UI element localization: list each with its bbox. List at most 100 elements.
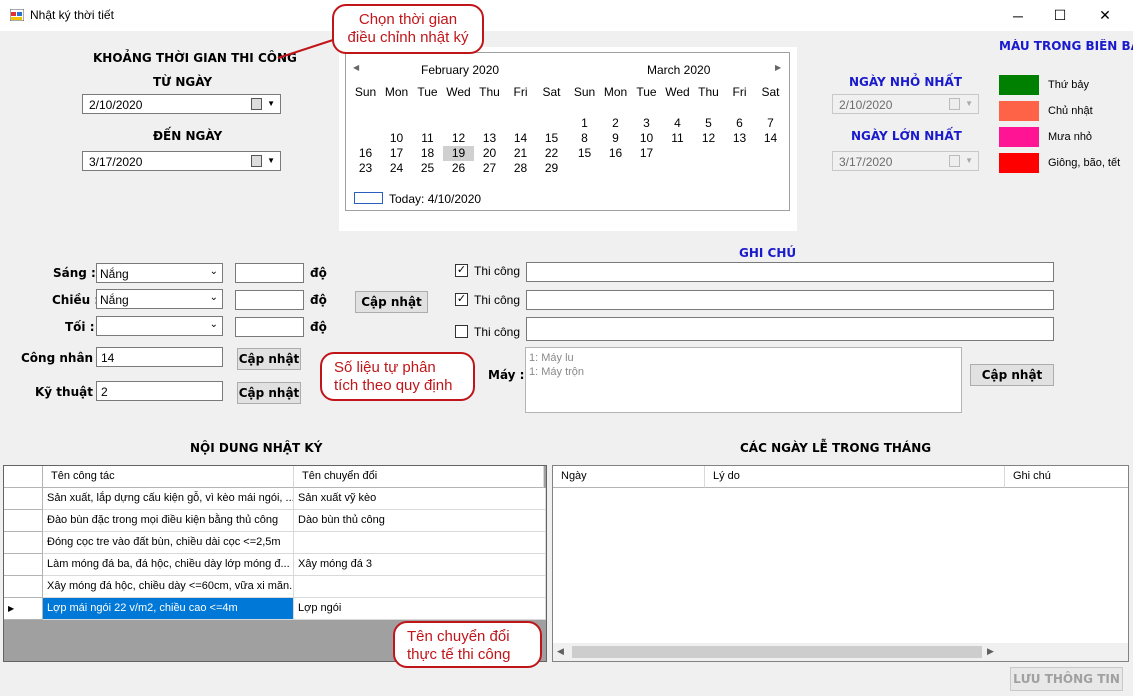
calendar-day[interactable]: 7 bbox=[755, 116, 786, 131]
calendar-icon bbox=[251, 98, 262, 110]
row-header[interactable] bbox=[4, 554, 43, 576]
scrollbar-thumb[interactable] bbox=[572, 646, 982, 658]
holidays-col-reason[interactable]: Lý do bbox=[705, 466, 1005, 488]
calendar-day[interactable]: 25 bbox=[412, 161, 443, 176]
calendar-day[interactable]: 1 bbox=[569, 116, 600, 131]
calendar-day[interactable]: 6 bbox=[724, 116, 755, 131]
maximize-button[interactable]: ☐ bbox=[1037, 0, 1083, 31]
diary-task-cell[interactable]: Đóng cọc tre vào đất bùn, chiều dài cọc … bbox=[43, 532, 294, 554]
calendar-day[interactable]: 22 bbox=[536, 146, 567, 161]
calendar-day[interactable]: 19 bbox=[443, 146, 474, 161]
calendar-day[interactable]: 12 bbox=[443, 131, 474, 146]
machine-textarea[interactable]: 1: Máy lu 1: Máy trộn bbox=[525, 347, 962, 413]
diary-converted-cell[interactable]: Sản xuất vỹ kèo bbox=[294, 488, 546, 510]
diary-converted-cell[interactable]: Lợp ngói bbox=[294, 598, 546, 620]
calendar-day[interactable]: 11 bbox=[662, 131, 693, 146]
workers-input[interactable]: 14 bbox=[96, 347, 223, 367]
machine-update-button[interactable]: Cập nhật bbox=[970, 364, 1054, 386]
diary-converted-cell[interactable]: Dào bùn thủ công bbox=[294, 510, 546, 532]
calendar-day[interactable]: 23 bbox=[350, 161, 381, 176]
calendar-day[interactable]: 27 bbox=[474, 161, 505, 176]
night-temp-input[interactable] bbox=[235, 317, 304, 337]
note-input[interactable] bbox=[526, 262, 1054, 282]
diary-converted-cell[interactable]: Xây móng đá 3 bbox=[294, 554, 546, 576]
diary-col-task[interactable]: Tên công tác bbox=[43, 466, 294, 488]
afternoon-temp-input[interactable] bbox=[235, 290, 304, 310]
calendar-icon bbox=[949, 98, 960, 110]
row-header[interactable] bbox=[4, 576, 43, 598]
calendar-day[interactable]: 29 bbox=[536, 161, 567, 176]
diary-converted-cell[interactable] bbox=[294, 532, 546, 554]
tech-update-button[interactable]: Cập nhật bbox=[237, 382, 301, 404]
holidays-grid[interactable]: Ngày Lý do Ghi chú ◀ ▶ bbox=[552, 465, 1129, 662]
calendar-day[interactable]: 9 bbox=[600, 131, 631, 146]
month-title[interactable]: February 2020 bbox=[421, 63, 499, 77]
tech-input[interactable]: 2 bbox=[96, 381, 223, 401]
calendar-day[interactable]: 13 bbox=[724, 131, 755, 146]
min-date-picker: 2/10/2020 ▼ bbox=[832, 94, 979, 114]
calendar-day[interactable]: 14 bbox=[505, 131, 536, 146]
calendar-day[interactable]: 4 bbox=[662, 116, 693, 131]
row-header[interactable]: ▶ bbox=[4, 598, 43, 620]
note-input[interactable] bbox=[526, 290, 1054, 310]
morning-weather-select[interactable]: Nắng ⌄ bbox=[96, 263, 223, 283]
calendar-day[interactable]: 17 bbox=[631, 146, 662, 161]
calendar-day[interactable]: 10 bbox=[631, 131, 662, 146]
horizontal-scrollbar[interactable]: ◀ ▶ bbox=[553, 643, 1128, 661]
calendar-day[interactable]: 16 bbox=[600, 146, 631, 161]
calendar-day[interactable]: 16 bbox=[350, 146, 381, 161]
holidays-col-note[interactable]: Ghi chú bbox=[1005, 466, 1128, 488]
afternoon-weather-select[interactable]: Nắng ⌄ bbox=[96, 289, 223, 309]
prev-month-icon[interactable]: ◀ bbox=[353, 63, 359, 72]
row-header[interactable] bbox=[4, 510, 43, 532]
weather-update-button[interactable]: Cập nhật bbox=[355, 291, 428, 313]
minimize-button[interactable]: ─ bbox=[995, 0, 1041, 31]
diary-task-cell[interactable]: Xây móng đá hộc, chiều dày <=60cm, vữa x… bbox=[43, 576, 294, 598]
to-date-picker[interactable]: 3/17/2020 ▼ bbox=[82, 151, 281, 171]
calendar-day[interactable]: 21 bbox=[505, 146, 536, 161]
calendar-day[interactable]: 11 bbox=[412, 131, 443, 146]
diary-converted-cell[interactable] bbox=[294, 576, 546, 598]
calendar-day[interactable]: 28 bbox=[505, 161, 536, 176]
calendar-day[interactable]: 14 bbox=[755, 131, 786, 146]
calendar-day[interactable]: 12 bbox=[693, 131, 724, 146]
calendar-day[interactable]: 13 bbox=[474, 131, 505, 146]
calendar-day[interactable]: 24 bbox=[381, 161, 412, 176]
calendar-day[interactable]: 3 bbox=[631, 116, 662, 131]
calendar-day[interactable]: 15 bbox=[536, 131, 567, 146]
calendar-day[interactable]: 8 bbox=[569, 131, 600, 146]
next-month-icon[interactable]: ▶ bbox=[775, 63, 781, 72]
calendar-day[interactable]: 10 bbox=[381, 131, 412, 146]
calendar-day[interactable]: 26 bbox=[443, 161, 474, 176]
calendar-day[interactable]: 17 bbox=[381, 146, 412, 161]
scroll-left-icon[interactable]: ◀ bbox=[557, 646, 564, 657]
morning-weather-value: Nắng bbox=[100, 267, 129, 281]
from-date-picker[interactable]: 2/10/2020 ▼ bbox=[82, 94, 281, 114]
diary-task-cell[interactable]: Làm móng đá ba, đá hộc, chiều dày lớp mó… bbox=[43, 554, 294, 576]
diary-task-cell[interactable]: Sản xuất, lắp dựng cấu kiện gỗ, vì kèo m… bbox=[43, 488, 294, 510]
calendar-day[interactable]: 20 bbox=[474, 146, 505, 161]
note-checkbox[interactable]: ✓ bbox=[455, 293, 468, 306]
calendar-day[interactable]: 18 bbox=[412, 146, 443, 161]
note-input[interactable] bbox=[526, 317, 1054, 341]
night-weather-select[interactable]: ⌄ bbox=[96, 316, 223, 336]
today-link[interactable]: Today: 4/10/2020 bbox=[389, 192, 481, 206]
diary-task-cell[interactable]: Lợp mái ngói 22 v/m2, chiều cao <=4m bbox=[43, 598, 294, 620]
legend-label: Mưa nhỏ bbox=[1048, 131, 1093, 143]
calendar-day[interactable]: 15 bbox=[569, 146, 600, 161]
workers-update-button[interactable]: Cập nhật bbox=[237, 348, 301, 370]
holidays-col-date[interactable]: Ngày bbox=[553, 466, 705, 488]
close-button[interactable]: ✕ bbox=[1082, 0, 1128, 31]
note-checkbox[interactable]: ✓ bbox=[455, 264, 468, 277]
month-title[interactable]: March 2020 bbox=[647, 63, 710, 77]
calendar-day[interactable]: 2 bbox=[600, 116, 631, 131]
diary-col-converted[interactable]: Tên chuyển đổi bbox=[294, 466, 544, 488]
calendar-day[interactable]: 5 bbox=[693, 116, 724, 131]
row-header[interactable] bbox=[4, 532, 43, 554]
note-checkbox[interactable] bbox=[455, 325, 468, 338]
row-header[interactable] bbox=[4, 488, 43, 510]
scroll-right-icon[interactable]: ▶ bbox=[987, 646, 994, 657]
save-button[interactable]: LƯU THÔNG TIN bbox=[1010, 667, 1123, 691]
diary-task-cell[interactable]: Đào bùn đặc trong mọi điều kiện bằng thủ… bbox=[43, 510, 294, 532]
morning-temp-input[interactable] bbox=[235, 263, 304, 283]
